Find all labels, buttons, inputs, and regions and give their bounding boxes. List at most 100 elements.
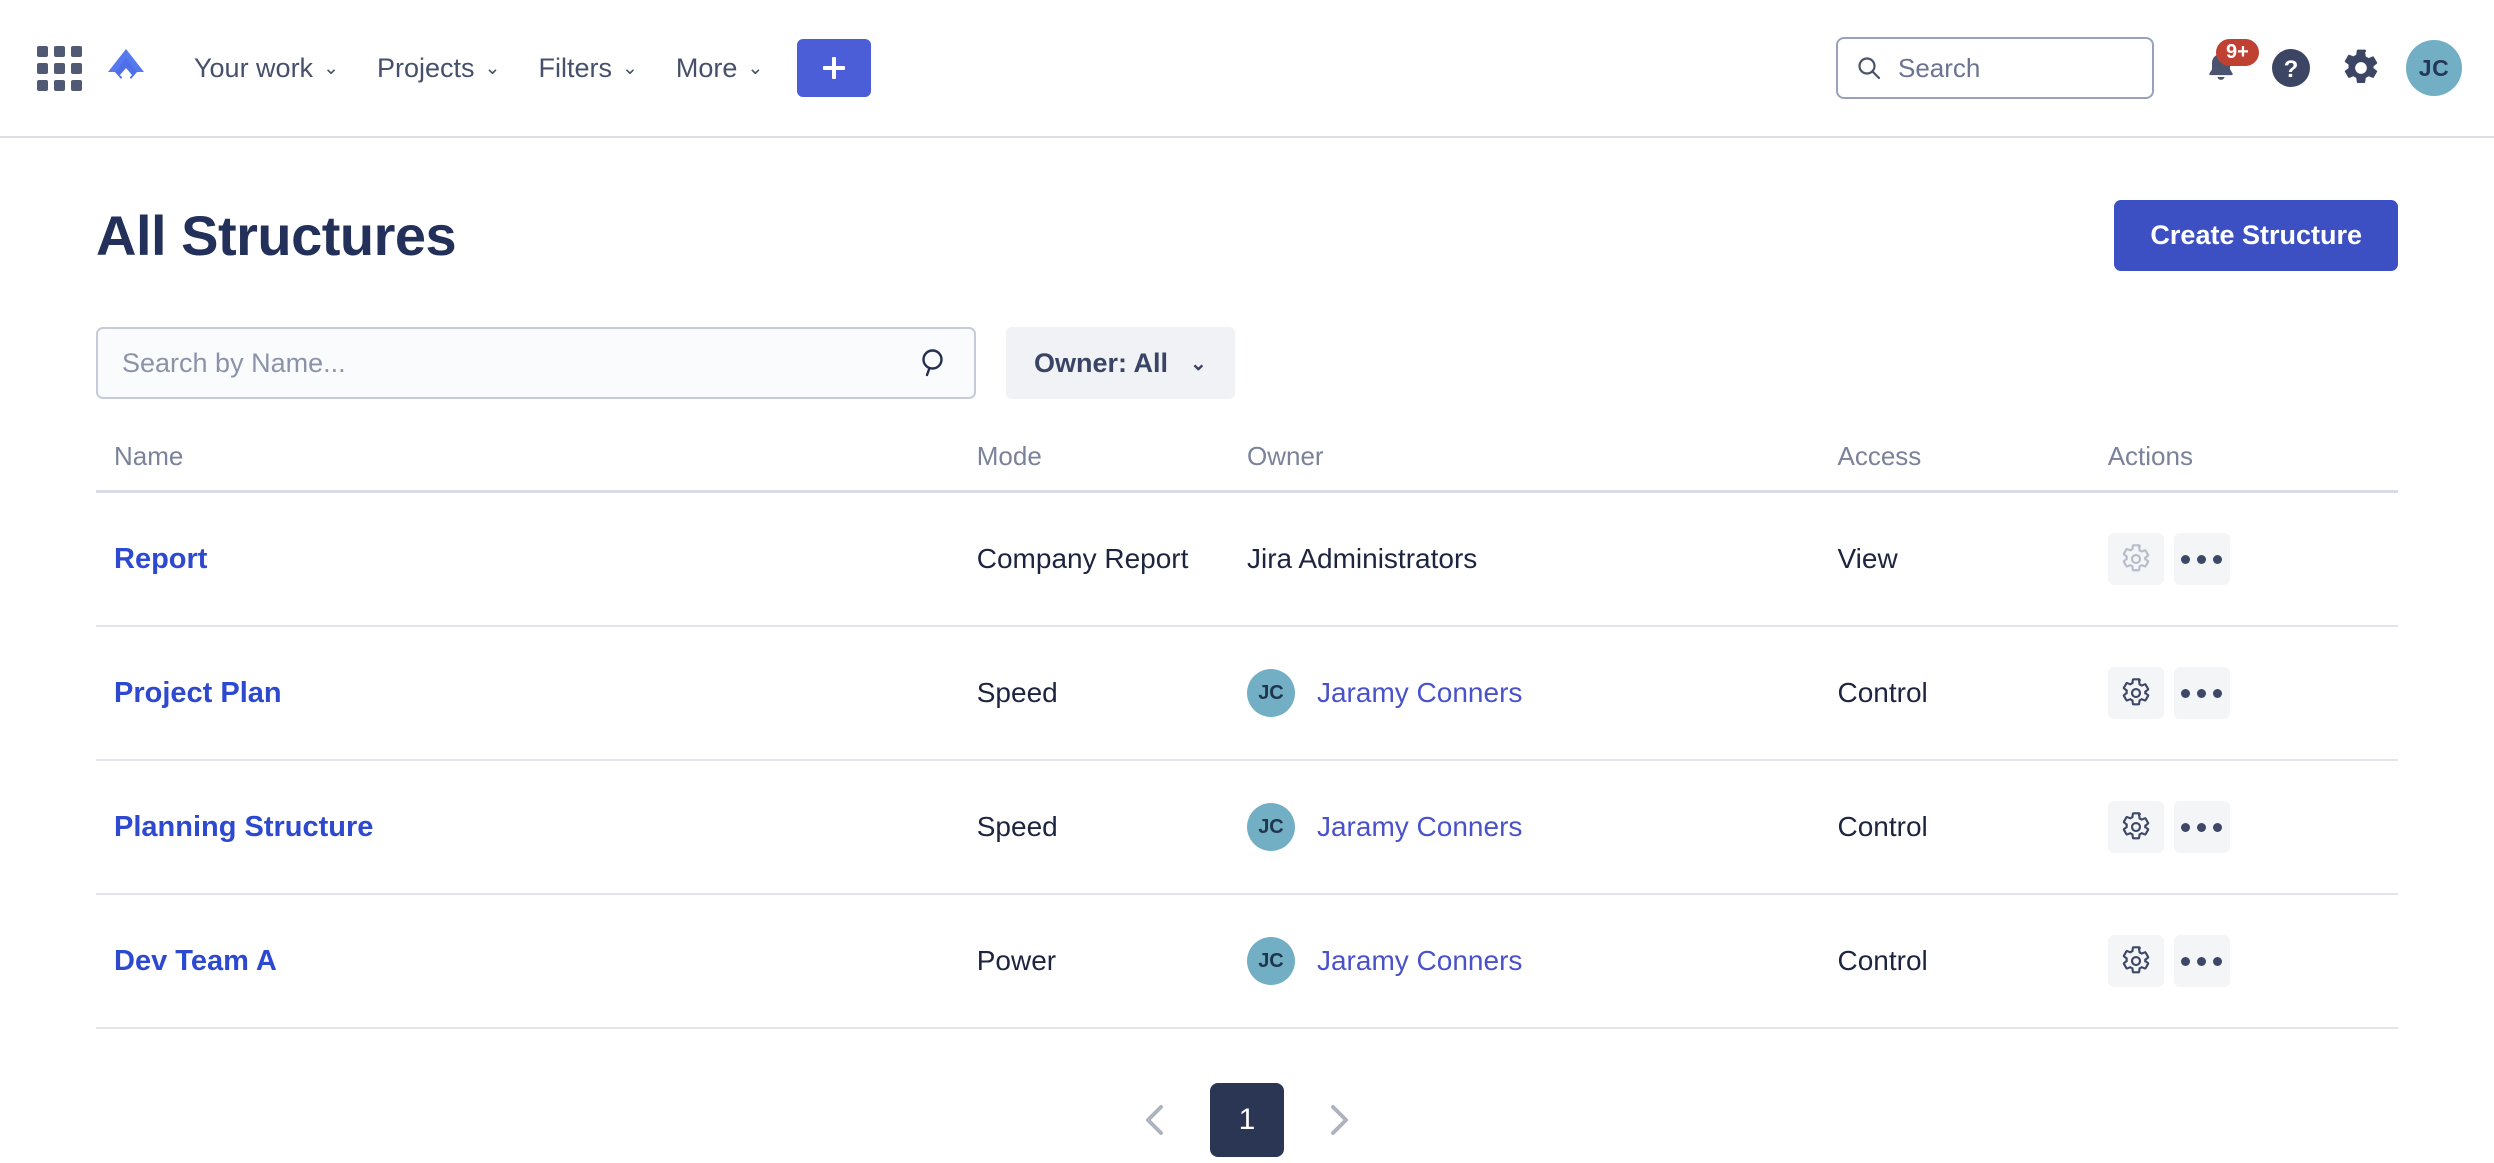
row-more-actions-button[interactable] xyxy=(2173,533,2230,585)
help-icon: ? xyxy=(2272,49,2310,87)
gear-icon xyxy=(2122,946,2149,974)
pagination-prev-button[interactable] xyxy=(1134,1095,1176,1145)
notification-badge: 9+ xyxy=(2216,39,2259,66)
create-structure-button[interactable]: Create Structure xyxy=(2114,200,2398,271)
column-header-access: Access xyxy=(1837,441,2108,493)
chevron-right-icon xyxy=(1331,1105,1348,1135)
table-row: Planning Structure Speed JC Jaramy Conne… xyxy=(96,760,2398,895)
row-actions xyxy=(2107,667,2398,719)
pagination-next-button[interactable] xyxy=(1318,1095,1360,1145)
chevron-down-icon: ⌄ xyxy=(484,57,501,79)
structure-access: View xyxy=(1837,491,2108,627)
pagination: 1 xyxy=(96,1083,2398,1157)
structure-mode: Speed xyxy=(976,760,1247,895)
plus-icon xyxy=(823,57,846,79)
structure-name-link[interactable]: Dev Team A xyxy=(114,945,277,977)
structure-name-link[interactable]: Project Plan xyxy=(114,677,282,709)
structure-mode: Speed xyxy=(976,626,1247,761)
pagination-page-1-button[interactable]: 1 xyxy=(1210,1083,1284,1157)
row-settings-button[interactable] xyxy=(2107,667,2164,719)
chevron-down-icon: ⌄ xyxy=(323,57,339,79)
owner-name: Jira Administrators xyxy=(1246,543,1478,574)
owner-cell: JC Jaramy Conners xyxy=(1246,937,1838,985)
top-navigation-bar: Your work ⌄ Projects ⌄ Filters ⌄ More ⌄ xyxy=(0,0,2494,138)
row-actions xyxy=(2107,801,2398,853)
gear-icon xyxy=(2122,544,2149,572)
owner-cell: JC Jaramy Conners xyxy=(1246,803,1838,851)
row-settings-button[interactable] xyxy=(2107,533,2164,585)
chevron-left-icon xyxy=(1146,1105,1163,1135)
avatar: JC xyxy=(1246,937,1295,985)
owner-filter-label: Owner: All xyxy=(1034,347,1169,378)
filters-row: Owner: All ⌄ xyxy=(96,327,2398,399)
avatar: JC xyxy=(1246,803,1295,851)
jira-logo-icon[interactable] xyxy=(98,40,154,96)
row-more-actions-button[interactable] xyxy=(2173,801,2230,853)
structure-access: Control xyxy=(1837,894,2108,1029)
gear-icon xyxy=(2122,812,2149,840)
ellipsis-icon xyxy=(2181,554,2223,564)
search-by-name-box[interactable] xyxy=(96,327,976,399)
search-icon xyxy=(1858,57,1881,80)
nav-item-label: Filters xyxy=(538,52,612,83)
table-row: Project Plan Speed JC Jaramy Conners Con… xyxy=(96,626,2398,761)
owner-link[interactable]: Jaramy Conners xyxy=(1317,811,1522,843)
nav-item-projects[interactable]: Projects ⌄ xyxy=(363,43,514,94)
structure-name-link[interactable]: Report xyxy=(114,543,207,575)
gear-icon xyxy=(2344,49,2378,83)
owner-cell: JC Jaramy Conners xyxy=(1246,669,1838,717)
owner-filter-dropdown[interactable]: Owner: All ⌄ xyxy=(1006,327,1235,399)
structure-access: Control xyxy=(1837,760,2108,895)
avatar: JC xyxy=(1246,669,1295,717)
owner-cell: Jira Administrators xyxy=(1247,543,1838,575)
row-settings-button[interactable] xyxy=(2107,935,2164,987)
avatar-initials: JC xyxy=(2418,54,2450,81)
user-avatar[interactable]: JC xyxy=(2406,40,2462,96)
row-actions xyxy=(2107,533,2398,585)
nav-item-label: Projects xyxy=(376,52,475,83)
owner-link[interactable]: Jaramy Conners xyxy=(1317,945,1522,977)
row-more-actions-button[interactable] xyxy=(2173,935,2230,987)
structures-table: Name Mode Owner Access Actions Report Co… xyxy=(96,441,2398,1029)
nav-item-label: More xyxy=(675,52,738,83)
column-header-mode: Mode xyxy=(976,441,1247,493)
row-settings-button[interactable] xyxy=(2107,801,2164,853)
ellipsis-icon xyxy=(2181,688,2223,698)
help-button[interactable]: ? xyxy=(2260,37,2322,99)
chevron-down-icon: ⌄ xyxy=(747,57,764,79)
nav-right-group: Search 9+ ? JC xyxy=(1836,37,2462,99)
global-search-placeholder: Search xyxy=(1898,52,1981,83)
row-more-actions-button[interactable] xyxy=(2173,667,2230,719)
row-actions xyxy=(2107,935,2398,987)
structure-mode: Power xyxy=(976,894,1247,1029)
structure-name-link[interactable]: Planning Structure xyxy=(114,811,373,843)
search-input[interactable] xyxy=(120,346,918,380)
column-header-owner: Owner xyxy=(1246,441,1838,493)
notifications-button[interactable]: 9+ xyxy=(2190,37,2259,99)
nav-item-more[interactable]: More ⌄ xyxy=(662,43,777,94)
owner-link[interactable]: Jaramy Conners xyxy=(1317,677,1522,709)
create-button[interactable] xyxy=(797,39,872,97)
page-title: All Structures xyxy=(96,204,457,267)
column-header-actions: Actions xyxy=(2107,441,2398,493)
global-search-box[interactable]: Search xyxy=(1836,37,2154,99)
nav-item-your-work[interactable]: Your work ⌄ xyxy=(180,43,353,94)
nav-left-group: Your work ⌄ Projects ⌄ Filters ⌄ More ⌄ xyxy=(32,39,872,97)
app-switcher-icon[interactable] xyxy=(32,41,86,95)
structure-access: Control xyxy=(1837,626,2108,761)
page-header: All Structures Create Structure xyxy=(96,138,2398,271)
search-icon[interactable] xyxy=(918,346,952,380)
page-content: All Structures Create Structure Owner: A… xyxy=(0,138,2494,1157)
settings-button[interactable] xyxy=(2330,37,2392,99)
table-header-row: Name Mode Owner Access Actions xyxy=(96,441,2398,493)
nav-item-filters[interactable]: Filters ⌄ xyxy=(524,43,651,94)
table-row: Report Company Report Jira Administrator… xyxy=(96,491,2398,627)
chevron-down-icon: ⌄ xyxy=(621,57,638,79)
table-row: Dev Team A Power JC Jaramy Conners Contr… xyxy=(96,894,2398,1029)
chevron-down-icon: ⌄ xyxy=(1190,352,1207,375)
svg-text:?: ? xyxy=(2284,56,2299,83)
ellipsis-icon xyxy=(2181,956,2223,966)
structure-mode: Company Report xyxy=(976,491,1247,627)
gear-icon xyxy=(2122,678,2149,706)
nav-item-label: Your work xyxy=(194,52,314,83)
